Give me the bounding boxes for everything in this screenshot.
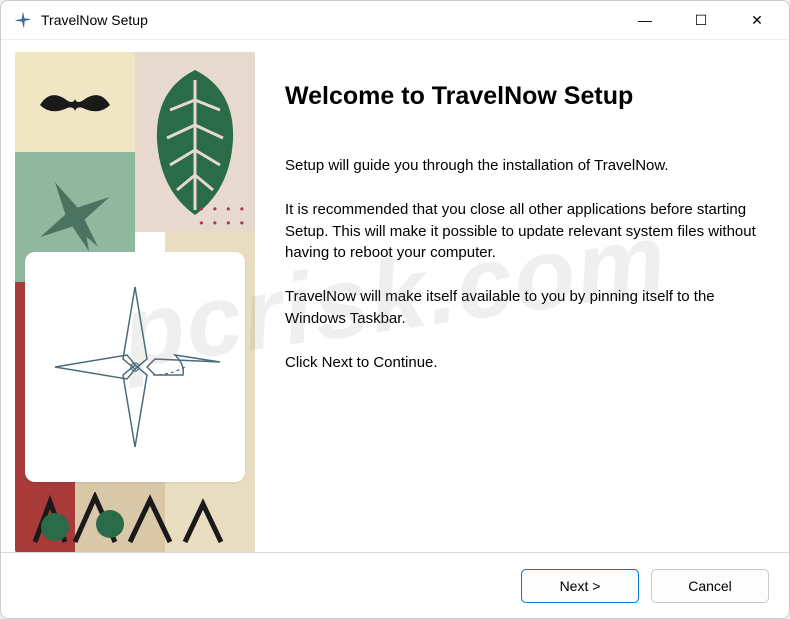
maximize-button[interactable]: ☐ [673,1,729,39]
installer-window: TravelNow Setup — ☐ ✕ [0,0,790,619]
intro-text: Setup will guide you through the install… [285,155,759,177]
next-button[interactable]: Next > [521,569,639,603]
app-logo-card [25,252,245,482]
maximize-icon: ☐ [695,12,708,29]
wizard-footer: Next > Cancel [1,552,789,618]
page-title: Welcome to TravelNow Setup [285,82,759,111]
window-controls: — ☐ ✕ [617,1,785,39]
cancel-button[interactable]: Cancel [651,569,769,603]
close-icon: ✕ [751,12,763,29]
recommendation-text: It is recommended that you close all oth… [285,199,759,264]
close-button[interactable]: ✕ [729,1,785,39]
next-button-label: Next > [560,578,601,594]
window-title: TravelNow Setup [41,12,617,28]
continue-hint-text: Click Next to Continue. [285,352,759,374]
wizard-main: Welcome to TravelNow Setup Setup will gu… [255,40,789,552]
cancel-button-label: Cancel [688,578,732,594]
content-area: # • • • •• • • • We [1,40,789,552]
app-icon [13,10,33,30]
wizard-sidebar-image: # • • • •• • • • [15,52,255,552]
titlebar: TravelNow Setup — ☐ ✕ [1,1,789,40]
taskbar-note-text: TravelNow will make itself available to … [285,286,759,330]
minimize-icon: — [638,12,652,28]
minimize-button[interactable]: — [617,1,673,39]
